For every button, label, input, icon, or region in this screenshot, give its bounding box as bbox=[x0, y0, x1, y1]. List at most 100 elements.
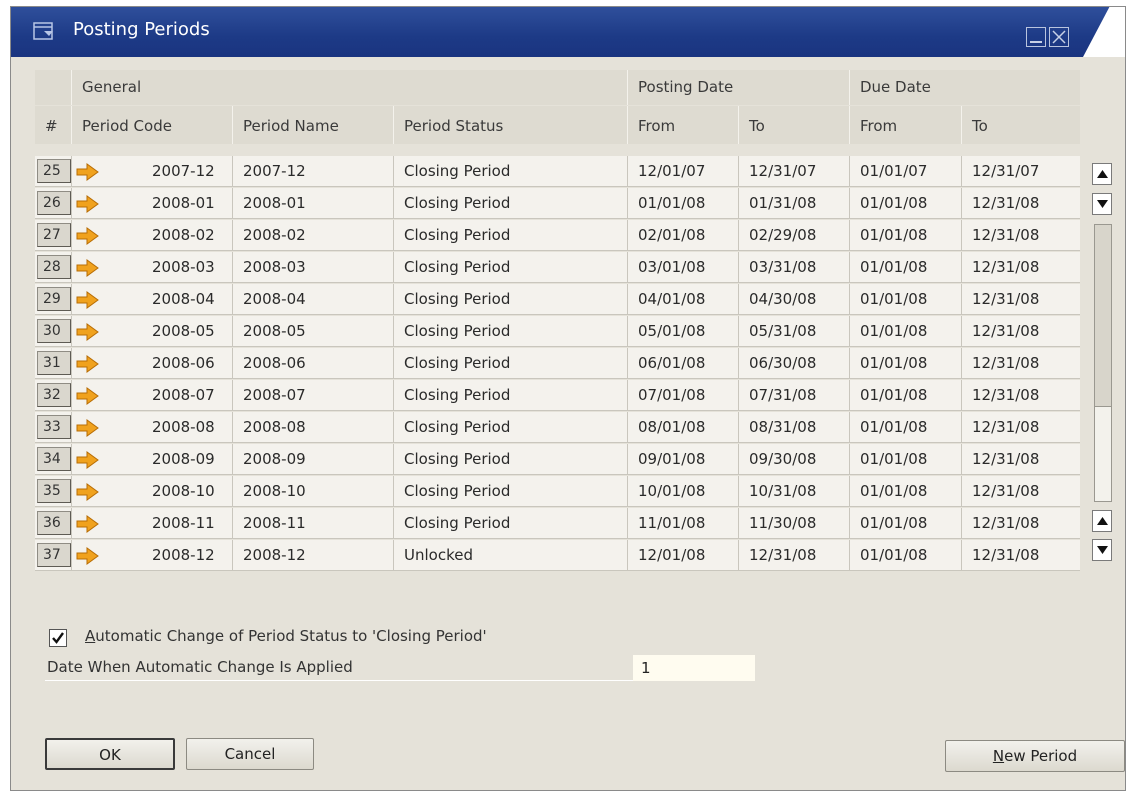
cell-period-name[interactable]: 2008-09 bbox=[233, 444, 394, 474]
cell-period-status[interactable]: Unlocked bbox=[394, 540, 628, 570]
cell-due-to[interactable]: 12/31/08 bbox=[962, 476, 1080, 506]
cell-period-name[interactable]: 2008-03 bbox=[233, 252, 394, 282]
scroll-page-down-button[interactable] bbox=[1092, 539, 1112, 561]
cell-due-to[interactable]: 12/31/08 bbox=[962, 380, 1080, 410]
table-row[interactable]: 29 2008-04 2008-04 Closing Period 04/01/08 04… bbox=[35, 284, 1080, 315]
auto-change-checkbox[interactable] bbox=[49, 629, 67, 647]
cell-period-status[interactable]: Closing Period bbox=[394, 476, 628, 506]
table-row[interactable]: 31 2008-06 2008-06 Closing Period 06/01/08 06… bbox=[35, 348, 1080, 379]
cell-period-status[interactable]: Closing Period bbox=[394, 444, 628, 474]
table-row[interactable]: 37 2008-12 2008-12 Unlocked 12/01/08 12/31/08… bbox=[35, 540, 1080, 571]
cell-period-name[interactable]: 2008-02 bbox=[233, 220, 394, 250]
cell-posting-from[interactable]: 09/01/08 bbox=[628, 444, 739, 474]
orange-arrow-icon[interactable] bbox=[76, 387, 100, 405]
table-row[interactable]: 25 2007-12 2007-12 Closing Period 12/01/07 12… bbox=[35, 156, 1080, 187]
cell-posting-to[interactable]: 12/31/08 bbox=[739, 540, 850, 570]
column-header-posting-to[interactable]: To bbox=[739, 106, 850, 144]
cell-due-to[interactable]: 12/31/08 bbox=[962, 252, 1080, 282]
column-header-num[interactable]: # bbox=[35, 106, 72, 144]
column-header-period-code[interactable]: Period Code bbox=[72, 106, 233, 144]
row-number-button[interactable]: 34 bbox=[37, 447, 71, 471]
cell-due-to[interactable]: 12/31/08 bbox=[962, 220, 1080, 250]
cell-posting-to[interactable]: 03/31/08 bbox=[739, 252, 850, 282]
orange-arrow-icon[interactable] bbox=[76, 483, 100, 501]
cell-posting-from[interactable]: 01/01/08 bbox=[628, 188, 739, 218]
date-applied-input[interactable]: 1 bbox=[633, 655, 755, 681]
cell-due-from[interactable]: 01/01/07 bbox=[850, 156, 962, 186]
cell-due-from[interactable]: 01/01/08 bbox=[850, 220, 962, 250]
table-row[interactable]: 34 2008-09 2008-09 Closing Period 09/01/08 09… bbox=[35, 444, 1080, 475]
cell-posting-from[interactable]: 11/01/08 bbox=[628, 508, 739, 538]
auto-change-label[interactable]: Automatic Change of Period Status to 'Cl… bbox=[85, 627, 487, 645]
orange-arrow-icon[interactable] bbox=[76, 355, 100, 373]
cell-posting-to[interactable]: 02/29/08 bbox=[739, 220, 850, 250]
cell-due-to[interactable]: 12/31/08 bbox=[962, 188, 1080, 218]
cell-period-name[interactable]: 2008-04 bbox=[233, 284, 394, 314]
cell-due-from[interactable]: 01/01/08 bbox=[850, 252, 962, 282]
grid-scrollbar[interactable] bbox=[1092, 163, 1114, 575]
table-row[interactable]: 32 2008-07 2008-07 Closing Period 07/01/08 07… bbox=[35, 380, 1080, 411]
cell-period-status[interactable]: Closing Period bbox=[394, 252, 628, 282]
cell-posting-to[interactable]: 07/31/08 bbox=[739, 380, 850, 410]
cell-period-name[interactable]: 2008-08 bbox=[233, 412, 394, 442]
cell-period-name[interactable]: 2008-07 bbox=[233, 380, 394, 410]
cell-due-from[interactable]: 01/01/08 bbox=[850, 284, 962, 314]
cell-period-name[interactable]: 2008-06 bbox=[233, 348, 394, 378]
cell-posting-to[interactable]: 12/31/07 bbox=[739, 156, 850, 186]
orange-arrow-icon[interactable] bbox=[76, 323, 100, 341]
row-number-button[interactable]: 33 bbox=[37, 415, 71, 439]
cell-posting-from[interactable]: 02/01/08 bbox=[628, 220, 739, 250]
cell-posting-to[interactable]: 04/30/08 bbox=[739, 284, 850, 314]
cell-posting-from[interactable]: 07/01/08 bbox=[628, 380, 739, 410]
cell-period-status[interactable]: Closing Period bbox=[394, 316, 628, 346]
column-header-period-status[interactable]: Period Status bbox=[394, 106, 628, 144]
cell-due-to[interactable]: 12/31/08 bbox=[962, 444, 1080, 474]
orange-arrow-icon[interactable] bbox=[76, 547, 100, 565]
ok-button[interactable]: OK bbox=[45, 738, 175, 770]
row-number-button[interactable]: 36 bbox=[37, 511, 71, 535]
orange-arrow-icon[interactable] bbox=[76, 291, 100, 309]
orange-arrow-icon[interactable] bbox=[76, 451, 100, 469]
table-row[interactable]: 30 2008-05 2008-05 Closing Period 05/01/08 05… bbox=[35, 316, 1080, 347]
cell-due-to[interactable]: 12/31/08 bbox=[962, 412, 1080, 442]
cell-period-name[interactable]: 2007-12 bbox=[233, 156, 394, 186]
cell-period-status[interactable]: Closing Period bbox=[394, 284, 628, 314]
close-button[interactable] bbox=[1049, 27, 1069, 47]
cell-period-status[interactable]: Closing Period bbox=[394, 156, 628, 186]
cell-due-to[interactable]: 12/31/08 bbox=[962, 540, 1080, 570]
cell-due-to[interactable]: 12/31/08 bbox=[962, 348, 1080, 378]
column-header-period-name[interactable]: Period Name bbox=[233, 106, 394, 144]
table-row[interactable]: 27 2008-02 2008-02 Closing Period 02/01/08 02… bbox=[35, 220, 1080, 251]
cell-due-to[interactable]: 12/31/08 bbox=[962, 508, 1080, 538]
table-row[interactable]: 26 2008-01 2008-01 Closing Period 01/01/08 01… bbox=[35, 188, 1080, 219]
cell-posting-to[interactable]: 06/30/08 bbox=[739, 348, 850, 378]
cell-posting-from[interactable]: 06/01/08 bbox=[628, 348, 739, 378]
cell-posting-from[interactable]: 08/01/08 bbox=[628, 412, 739, 442]
cell-posting-from[interactable]: 10/01/08 bbox=[628, 476, 739, 506]
cell-posting-from[interactable]: 05/01/08 bbox=[628, 316, 739, 346]
cell-due-to[interactable]: 12/31/07 bbox=[962, 156, 1080, 186]
row-number-button[interactable]: 29 bbox=[37, 287, 71, 311]
table-row[interactable]: 33 2008-08 2008-08 Closing Period 08/01/08 08… bbox=[35, 412, 1080, 443]
new-period-button[interactable]: New Period bbox=[945, 740, 1125, 772]
cell-posting-to[interactable]: 08/31/08 bbox=[739, 412, 850, 442]
table-row[interactable]: 36 2008-11 2008-11 Closing Period 11/01/08 11… bbox=[35, 508, 1080, 539]
orange-arrow-icon[interactable] bbox=[76, 227, 100, 245]
cell-due-from[interactable]: 01/01/08 bbox=[850, 444, 962, 474]
cell-period-name[interactable]: 2008-05 bbox=[233, 316, 394, 346]
cell-posting-from[interactable]: 04/01/08 bbox=[628, 284, 739, 314]
table-row[interactable]: 28 2008-03 2008-03 Closing Period 03/01/08 03… bbox=[35, 252, 1080, 283]
cell-posting-from[interactable]: 12/01/07 bbox=[628, 156, 739, 186]
minimize-button[interactable] bbox=[1026, 27, 1046, 47]
cell-period-status[interactable]: Closing Period bbox=[394, 220, 628, 250]
row-number-button[interactable]: 35 bbox=[37, 479, 71, 503]
cell-period-status[interactable]: Closing Period bbox=[394, 188, 628, 218]
cell-due-from[interactable]: 01/01/08 bbox=[850, 188, 962, 218]
cell-due-to[interactable]: 12/31/08 bbox=[962, 316, 1080, 346]
orange-arrow-icon[interactable] bbox=[76, 163, 100, 181]
cell-period-name[interactable]: 2008-10 bbox=[233, 476, 394, 506]
scroll-thumb[interactable] bbox=[1095, 225, 1111, 407]
orange-arrow-icon[interactable] bbox=[76, 195, 100, 213]
row-number-button[interactable]: 30 bbox=[37, 319, 71, 343]
cell-due-from[interactable]: 01/01/08 bbox=[850, 348, 962, 378]
